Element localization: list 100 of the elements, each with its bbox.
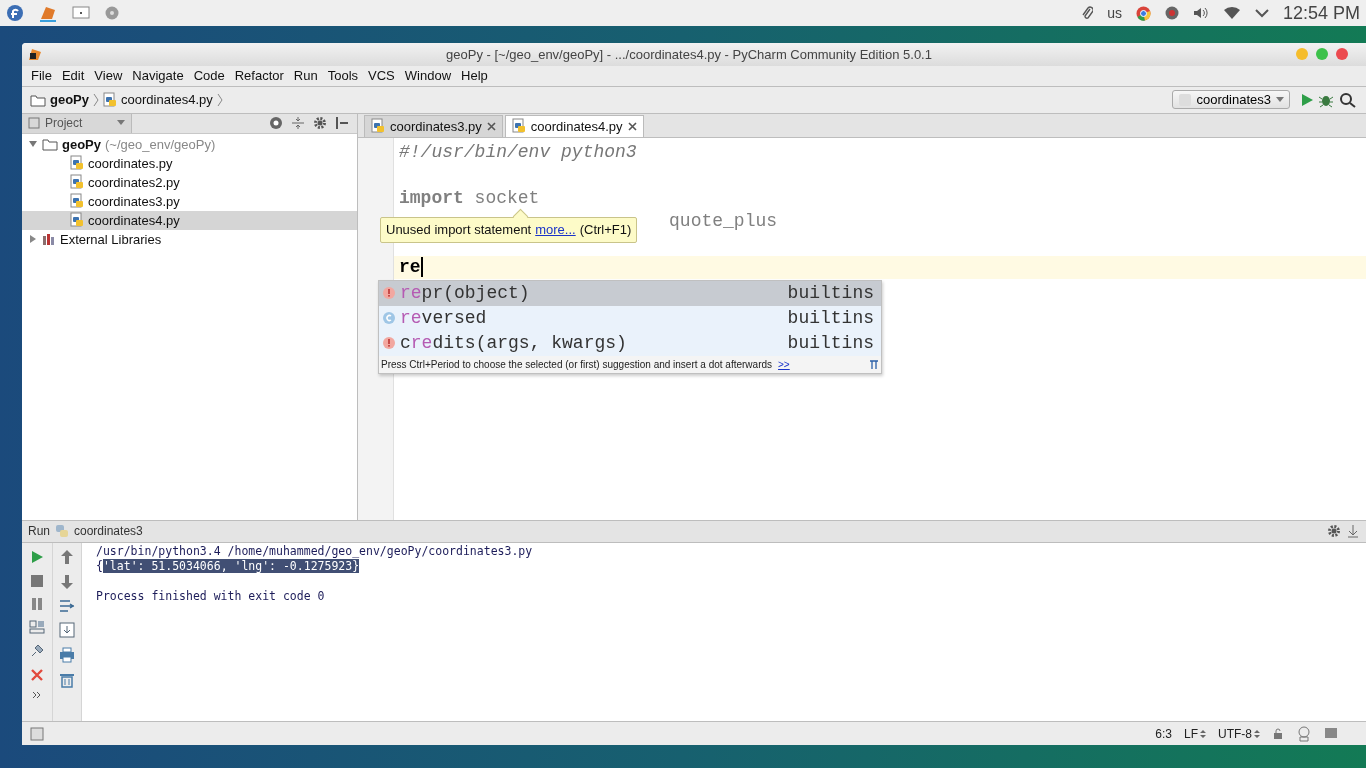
wifi-icon[interactable]: [1222, 6, 1241, 20]
record-icon[interactable]: [1164, 6, 1179, 20]
breadcrumb-item[interactable]: coordinates4.py: [121, 92, 213, 108]
inspector-icon[interactable]: [1296, 725, 1312, 742]
line-separator-selector[interactable]: LF: [1184, 726, 1206, 741]
tree-path-text: (~/geo_env/geoPy): [105, 136, 216, 152]
menu-item[interactable]: View: [89, 68, 128, 84]
completion-item[interactable]: credits(args, kwargs) builtins: [379, 330, 881, 356]
run-config-dropdown[interactable]: coordinates3: [1171, 90, 1290, 110]
text-cursor: [420, 256, 423, 277]
menu-item[interactable]: Tools: [322, 68, 364, 84]
tooltip-text: Unused import statement: [386, 222, 532, 238]
close-icon[interactable]: [30, 667, 44, 682]
tree-item[interactable]: coordinates2.py: [22, 172, 357, 192]
app-icon[interactable]: [38, 4, 58, 22]
run-icon[interactable]: [1300, 91, 1314, 108]
folder-icon: [30, 92, 46, 107]
tree-label: External Libraries: [60, 231, 162, 247]
tree-label: coordinates4.py: [88, 212, 180, 228]
soft-wrap-icon[interactable]: [59, 598, 75, 613]
breadcrumb-item[interactable]: geoPy: [50, 92, 89, 108]
tree-item[interactable]: geoPy (~/geo_env/geoPy): [22, 134, 357, 154]
menu-item[interactable]: Refactor: [229, 68, 289, 84]
layout-icon[interactable]: [29, 619, 45, 634]
folder-icon: [42, 137, 58, 152]
code-text: #!/usr/bin/env python3: [399, 141, 637, 162]
scroll-from-source-icon[interactable]: [269, 116, 283, 131]
pause-icon[interactable]: [30, 596, 44, 611]
tree-item[interactable]: External Libraries: [22, 229, 357, 249]
menu-item[interactable]: File: [26, 68, 57, 84]
tree-label: coordinates3.py: [88, 193, 180, 209]
chrome-icon[interactable]: [1135, 5, 1151, 21]
menu-item[interactable]: Window: [399, 68, 457, 84]
run-config-text[interactable]: coordinates3: [74, 524, 143, 539]
tree-label: coordinates2.py: [88, 174, 180, 190]
library-icon: [42, 232, 56, 247]
menu-item[interactable]: Edit: [56, 68, 90, 84]
up-down-arrows-icon: [1200, 728, 1206, 739]
disk-icon[interactable]: [104, 5, 120, 21]
clock-text[interactable]: 12:54 PM: [1282, 2, 1360, 24]
encoding-selector[interactable]: UTF-8: [1218, 726, 1260, 741]
menu-item[interactable]: Help: [456, 68, 493, 84]
search-icon[interactable]: [1338, 91, 1358, 108]
caret-icon: [1276, 96, 1284, 103]
console-line: /usr/bin/python3.4 /home/muhammed/geo_env/geoPy/coordinates3.py: [96, 543, 534, 559]
panel-toggle-icon[interactable]: [30, 726, 44, 741]
close-icon[interactable]: [627, 121, 637, 131]
editor-tab[interactable]: coordinates3.py: [364, 114, 503, 137]
menu-item[interactable]: VCS: [363, 68, 400, 84]
tree-item[interactable]: coordinates.py: [22, 153, 357, 173]
caret-icon: [117, 120, 125, 127]
hint-text: Press Ctrl+Period to choose the selected (or first) suggestion and insert a dot afterwards: [381, 358, 773, 370]
pycharm-logo-icon: [28, 47, 42, 62]
up-arrow-icon[interactable]: [60, 548, 74, 565]
menu-item[interactable]: Code: [188, 68, 230, 84]
stop-icon[interactable]: [30, 573, 44, 588]
menu-item[interactable]: Run: [288, 68, 323, 84]
tree-label: coordinates.py: [88, 155, 173, 171]
collapsed-arrow-icon[interactable]: [28, 234, 38, 245]
trash-icon[interactable]: [59, 671, 75, 688]
tree-label: geoPy: [62, 136, 101, 152]
editor-tab[interactable]: coordinates4.py: [504, 114, 644, 137]
chevron-down-icon[interactable]: [1254, 8, 1269, 18]
caret-position-text[interactable]: 6:3: [1155, 726, 1172, 741]
event-log-icon[interactable]: [1324, 726, 1338, 741]
console-line: {'lat': 51.5034066, 'lng': -0.1275923}: [96, 558, 361, 574]
completion-item[interactable]: repr(object) builtins: [379, 280, 881, 306]
pi-icon[interactable]: [869, 358, 879, 371]
collapse-all-icon[interactable]: [291, 116, 305, 131]
window-icon[interactable]: [72, 5, 90, 21]
more-link[interactable]: more...: [535, 222, 576, 238]
fedora-logo-icon[interactable]: [6, 4, 24, 22]
menu-item[interactable]: Navigate: [127, 68, 189, 84]
tree-item[interactable]: coordinates4.py: [22, 210, 357, 230]
hide-panel-icon[interactable]: [335, 116, 349, 131]
code-text: import socket: [399, 187, 540, 208]
print-icon[interactable]: [59, 646, 75, 663]
project-icon: [28, 117, 40, 130]
function-icon: [382, 336, 396, 351]
settings-icon[interactable]: [1327, 524, 1341, 539]
scroll-to-end-icon[interactable]: [59, 621, 75, 638]
up-down-arrows-icon: [1254, 728, 1260, 739]
class-icon: [382, 311, 396, 326]
shortcut-text: (Ctrl+F1): [579, 222, 632, 238]
window-title: geoPy - [~/geo_env/geoPy] - .../coordinates4.py - PyCharm Community Edition 5.0.1: [445, 46, 933, 62]
lock-icon[interactable]: [1272, 727, 1284, 740]
volume-icon[interactable]: [1192, 6, 1209, 20]
down-arrow-icon[interactable]: [60, 573, 74, 590]
run-icon[interactable]: [30, 548, 44, 565]
paperclip-icon[interactable]: [1081, 5, 1094, 21]
function-icon: [382, 286, 396, 301]
settings-icon[interactable]: [313, 116, 327, 131]
code-text: quote_plus: [669, 210, 778, 231]
close-button[interactable]: [1336, 48, 1348, 61]
completion-item[interactable]: reversed builtins: [379, 305, 881, 331]
tree-item[interactable]: coordinates3.py: [22, 191, 357, 211]
hint-link[interactable]: >>: [778, 358, 790, 370]
keyboard-layout-text[interactable]: us: [1107, 5, 1122, 21]
close-icon[interactable]: [486, 121, 496, 131]
more-icon[interactable]: [32, 690, 42, 699]
